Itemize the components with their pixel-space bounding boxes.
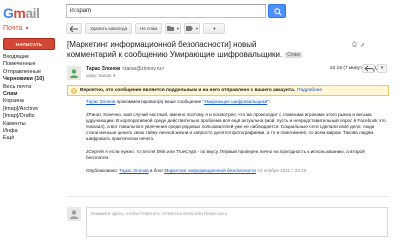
chevron-down-icon: ▼ <box>194 26 199 31</box>
sender-avatar <box>67 66 81 80</box>
divider <box>67 196 389 197</box>
sidebar-item-all-mail[interactable]: Весь почта <box>3 84 61 91</box>
search-button[interactable] <box>268 4 286 18</box>
gmail-logo[interactable]: Gmail <box>3 5 40 21</box>
message-more-button[interactable]: ▾ <box>377 64 387 73</box>
post-link[interactable]: Умирающие шифровальщики <box>204 99 267 104</box>
mail-menu-label: Почта <box>3 25 23 32</box>
sender-email: <taras@zlonov.ru> <box>122 66 165 72</box>
body-intro-text: прокомментировал(а) ваше сообщение " <box>115 99 205 104</box>
footer-timestamp: 24 ноября 2011 г. 22:16 <box>255 167 307 173</box>
footer-prefix: Опубликовано: <box>86 167 120 173</box>
reply-button[interactable] <box>362 64 375 73</box>
body-paragraph-2: 2Сергей А если нужно, то Secret Disk или… <box>86 148 365 161</box>
footer-author-link[interactable]: Тарас Злонов <box>119 168 148 173</box>
label-icon <box>185 26 193 31</box>
recipient-line[interactable]: кому: Sanas▼ <box>86 73 116 78</box>
sidebar-item-inbox[interactable]: Входящие <box>3 54 61 61</box>
footer-blog-link[interactable]: Маркетинг информационной безопасности <box>164 168 256 173</box>
reply-icon <box>364 65 375 72</box>
chevron-down-icon: ▼ <box>112 73 117 78</box>
sidebar-item-spam[interactable]: Спам <box>3 91 61 98</box>
arrow-left-icon <box>70 25 78 32</box>
logo-letter-g: G <box>3 5 14 21</box>
warning-more-link[interactable]: Подробнее <box>297 88 322 93</box>
sidebar-item-drafts[interactable]: Черновики (10) <box>3 76 61 83</box>
spam-label-badge[interactable]: Спам <box>285 51 302 58</box>
reply-input[interactable]: Нажмите здесь, чтобы Ответить, Ответить … <box>86 207 388 237</box>
back-button[interactable] <box>66 23 82 34</box>
body-intro: Тарас Злонов прокомментировал(а) ваше со… <box>86 99 386 105</box>
body-intro-end: ": <box>267 99 271 104</box>
folder-icon <box>166 26 174 31</box>
message-body: Тарас Злонов прокомментировал(а) ваше со… <box>86 99 386 180</box>
sidebar-item-starred[interactable]: Помеченные <box>3 61 61 68</box>
sidebar-item-info[interactable]: Инфа <box>3 128 61 135</box>
recipient-text: кому: Sanas <box>86 73 112 78</box>
mail-menu[interactable]: Почта ▼ <box>3 25 29 32</box>
sidebar-item-trash[interactable]: Корзина <box>3 98 61 105</box>
chevron-down-icon: ▼ <box>175 26 180 31</box>
delete-forever-button[interactable]: Удалить навсегда <box>85 23 133 34</box>
more-button[interactable]: ▼ <box>203 23 226 34</box>
subject-text: [Маркетинг информационной безопасности] … <box>67 40 283 59</box>
sidebar-item-sent[interactable]: Отправленные <box>3 69 61 76</box>
logo-letter-m: m <box>13 5 26 21</box>
sidebar-item-more[interactable]: Ещё <box>3 135 61 142</box>
person-icon <box>70 69 78 78</box>
move-to-button[interactable]: ▼ <box>165 23 182 34</box>
sidebar-nav: Входящие Помеченные Отправленные Чернови… <box>3 54 61 143</box>
subject-actions: ⎙ ⇗ <box>352 42 365 49</box>
person-icon <box>70 210 78 219</box>
message-subject: [Маркетинг информационной безопасности] … <box>67 40 307 60</box>
compose-button[interactable]: НАПИСАТЬ <box>3 38 55 50</box>
body-footer: Опубликовано: Тарас Злонов в блог Маркет… <box>86 168 386 174</box>
not-spam-button[interactable]: Не спам <box>135 23 163 34</box>
search-input[interactable]: in:spam <box>66 4 266 18</box>
commenter-link[interactable]: Тарас Злонов <box>86 99 115 104</box>
chevron-down-icon: ▾ <box>380 65 384 71</box>
print-icon[interactable]: ⎙ <box>352 42 357 49</box>
warning-icon <box>71 87 77 94</box>
message-toolbar: Удалить навсегда Не спам ▼ ▼ ▼ <box>66 22 226 35</box>
logo-letters-ail: ail <box>25 5 40 21</box>
star-icon[interactable]: ☆ <box>355 65 360 72</box>
user-avatar <box>67 207 81 221</box>
labels-button[interactable]: ▼ <box>184 23 201 34</box>
sender-name[interactable]: Тарас Злонов <box>86 66 120 72</box>
search-icon <box>274 8 282 16</box>
sidebar-item-imap-drafts[interactable]: [Imap]/Drafts <box>3 113 61 120</box>
sidebar-item-imap-archive[interactable]: [Imap]/Archive <box>3 106 61 113</box>
warning-text: Вероятно, это сообщение является поддель… <box>80 88 296 93</box>
sidebar-item-comments[interactable]: Каменты <box>3 121 61 128</box>
sender-line: Тарас Злонов <taras@zlonov.ru> <box>86 66 164 72</box>
chevron-down-icon: ▼ <box>24 26 30 32</box>
footer-mid: в блог <box>148 167 165 173</box>
body-paragraph-1: 2Ринат, Конечно, мой случай частный, име… <box>86 111 386 142</box>
phishing-warning-banner: Вероятно, это сообщение является поддель… <box>67 85 389 96</box>
new-window-icon[interactable]: ⇗ <box>360 42 365 49</box>
more-label: ▼ <box>212 26 217 31</box>
